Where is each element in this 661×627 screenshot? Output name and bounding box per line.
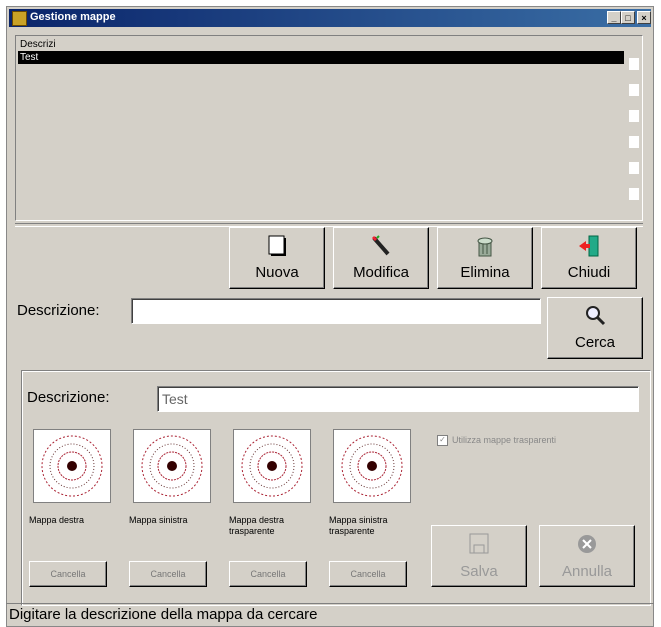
list-scrollbar[interactable] [628,38,640,218]
map-thumbnail[interactable] [233,429,311,503]
save-button-label: Salva [460,563,498,580]
titlebar: Gestione mappe _ □ × [9,9,651,27]
minimize-button[interactable]: _ [607,11,621,24]
delete-button-label: Elimina [460,264,510,281]
checkbox-box[interactable]: ✓ [437,435,448,447]
trash-icon [477,237,493,257]
edit-button-label: Modifica [353,264,409,281]
exit-door-icon [579,235,599,257]
app-icon [12,11,27,26]
clear-map-button[interactable]: Cancella [229,561,307,587]
detail-description-input[interactable] [157,386,639,412]
map-caption: Mappa destra [29,515,85,525]
close-button[interactable]: × [637,11,651,24]
exit-button[interactable]: Chiudi [541,227,637,289]
map-thumbnail[interactable] [33,429,111,503]
map-image [341,435,403,497]
search-label: Descrizione: [17,302,100,319]
cancel-x-icon [578,535,596,553]
map-image [41,435,103,497]
cancel-button[interactable]: Annulla [539,525,635,587]
edit-button[interactable]: Modifica [333,227,429,289]
transparent-maps-checkbox[interactable]: ✓ Utilizza mappe trasparenti [437,435,557,447]
edit-pencil-icon [371,235,390,256]
checkbox-label: Utilizza mappe trasparenti [452,435,557,445]
new-button-label: Nuova [255,264,299,281]
map-caption: Mappa destra trasparente [229,515,285,536]
clear-map-button[interactable]: Cancella [29,561,107,587]
floppy-disk-icon [469,533,489,554]
maximize-button[interactable]: □ [621,11,635,24]
list-item[interactable]: Descrizi [18,38,624,51]
exit-button-label: Chiudi [567,264,611,281]
new-document-icon [268,235,286,256]
clear-map-button[interactable]: Cancella [329,561,407,587]
detail-label: Descrizione: [27,389,110,406]
list-item-selected[interactable]: Test [18,51,624,64]
search-button[interactable]: Cerca [547,297,643,359]
new-button[interactable]: Nuova [229,227,325,289]
delete-button[interactable]: Elimina [437,227,533,289]
status-bar: Digitare la descrizione della mappa da c… [6,603,654,625]
map-thumbnail[interactable] [133,429,211,503]
map-caption: Mappa sinistra trasparente [329,515,388,536]
main-window: Gestione mappe _ □ × Descrizi Test Nuova [6,6,654,627]
window-title: Gestione mappe [30,11,116,23]
search-description-input[interactable] [131,298,541,324]
map-caption: Mappa sinistra [129,515,188,525]
cancel-button-label: Annulla [561,563,613,580]
map-image [141,435,203,497]
map-image [241,435,303,497]
search-button-label: Cerca [574,334,615,351]
save-button[interactable]: Salva [431,525,527,587]
map-thumbnail[interactable] [333,429,411,503]
clear-map-button[interactable]: Cancella [129,561,207,587]
maps-list[interactable]: Descrizi Test [15,35,643,221]
magnifier-icon [586,306,606,326]
